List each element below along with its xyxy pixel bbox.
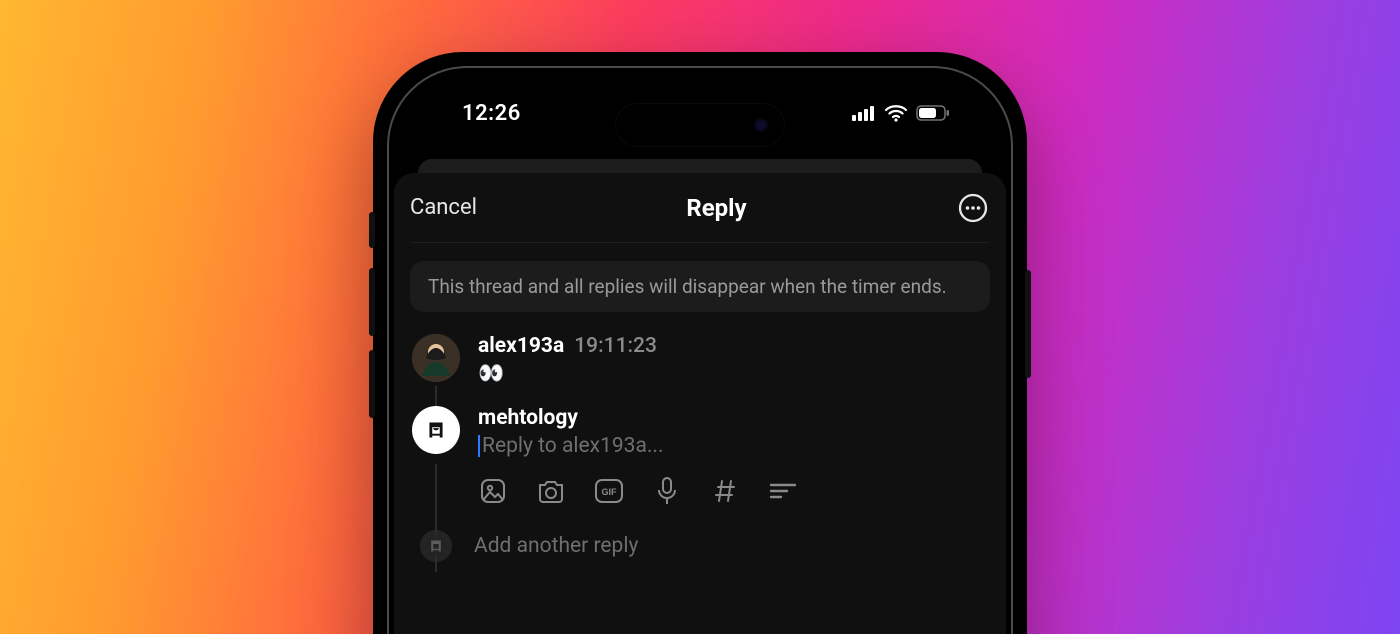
cancel-button[interactable]: Cancel — [410, 195, 477, 220]
phone-side-button — [1025, 270, 1031, 378]
add-another-label: Add another reply — [474, 534, 638, 558]
camera-icon — [536, 477, 566, 505]
gradient-background: 12:26 Cancel — [0, 0, 1400, 634]
mic-icon — [656, 476, 678, 506]
phone-side-button — [369, 212, 375, 248]
status-time: 12:26 — [462, 101, 521, 126]
composer-toolbar: GIF — [478, 476, 988, 506]
cellular-icon — [852, 105, 876, 121]
mic-button[interactable] — [652, 476, 682, 506]
hash-icon — [712, 478, 738, 504]
gif-icon: GIF — [594, 477, 624, 505]
status-bar: 12:26 — [394, 73, 1006, 153]
attach-image-button[interactable] — [478, 476, 508, 506]
avatar[interactable] — [412, 406, 460, 454]
username: mehtology — [478, 406, 578, 430]
thread: alex193a 19:11:23 👀 mehtolog — [410, 334, 990, 562]
reply-sheet: Cancel Reply This thread and all replies… — [394, 173, 1006, 634]
post-body: 👀 — [478, 362, 988, 386]
battery-icon — [916, 105, 950, 121]
reply-composer: mehtology Reply to alex193a... — [412, 406, 988, 506]
phone-side-button — [369, 350, 375, 418]
svg-text:GIF: GIF — [602, 487, 618, 497]
avatar[interactable] — [412, 334, 460, 382]
more-options-button[interactable] — [956, 191, 990, 225]
username[interactable]: alex193a — [478, 334, 564, 358]
phone-screen: 12:26 Cancel — [394, 73, 1006, 634]
poll-button[interactable] — [768, 476, 798, 506]
more-icon — [958, 193, 988, 223]
camera-button[interactable] — [536, 476, 566, 506]
wifi-icon — [884, 104, 908, 122]
sheet-title: Reply — [686, 194, 746, 222]
sheet-header: Cancel Reply — [410, 173, 990, 243]
gif-button[interactable]: GIF — [594, 476, 624, 506]
disappear-timer: 19:11:23 — [574, 334, 657, 358]
phone-frame: 12:26 Cancel — [373, 52, 1027, 634]
reply-input[interactable]: Reply to alex193a... — [478, 434, 988, 458]
disappearing-notice: This thread and all replies will disappe… — [410, 261, 990, 312]
phone-side-button — [369, 268, 375, 336]
reply-placeholder: Reply to alex193a... — [482, 434, 664, 458]
poll-icon — [769, 481, 797, 501]
add-another-reply[interactable]: Add another reply — [412, 530, 988, 562]
original-post: alex193a 19:11:23 👀 — [412, 334, 988, 386]
image-icon — [479, 477, 507, 505]
hashtag-button[interactable] — [710, 476, 740, 506]
